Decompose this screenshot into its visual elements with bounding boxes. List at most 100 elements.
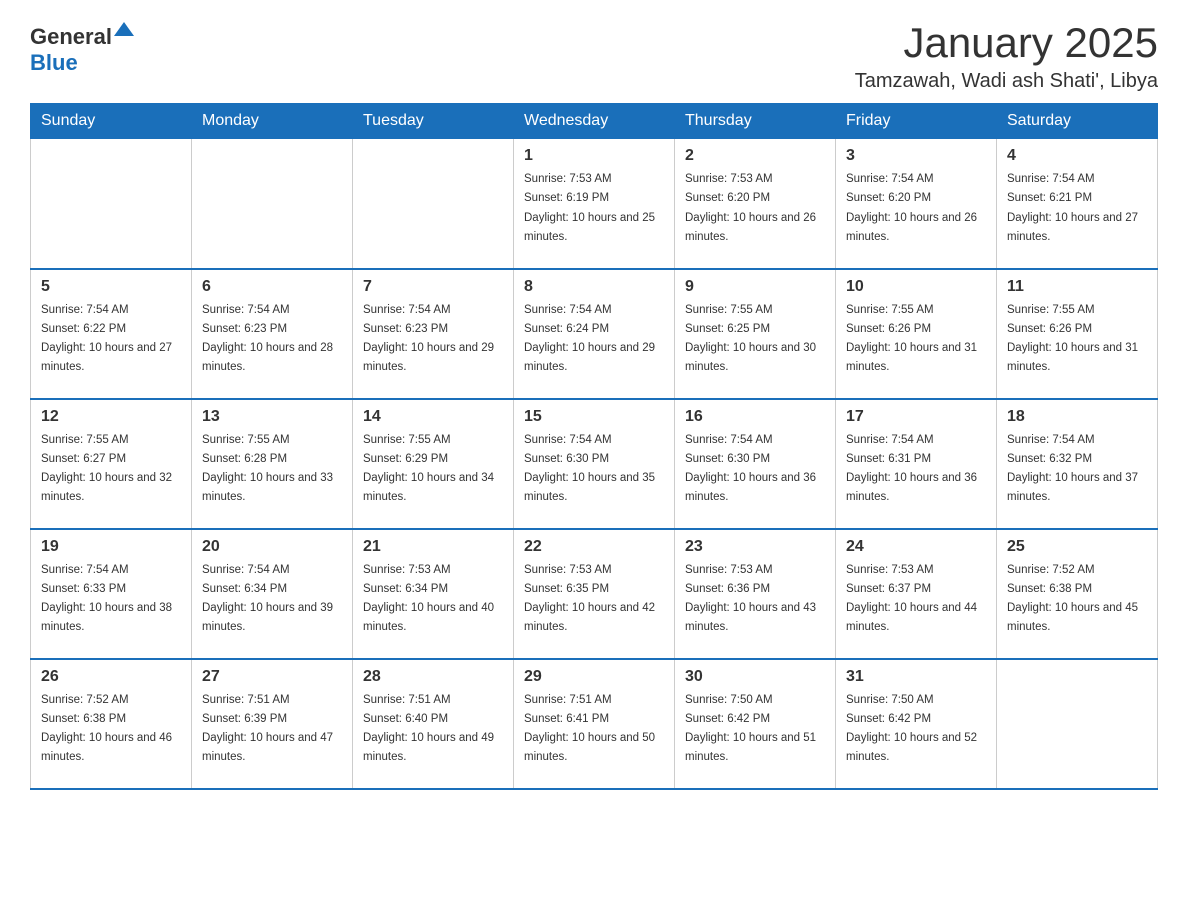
header-saturday: Saturday bbox=[997, 104, 1158, 139]
day-info: Sunrise: 7:54 AMSunset: 6:20 PMDaylight:… bbox=[846, 173, 977, 243]
calendar-cell-4-1: 19 Sunrise: 7:54 AMSunset: 6:33 PMDaylig… bbox=[31, 529, 192, 659]
day-info: Sunrise: 7:53 AMSunset: 6:19 PMDaylight:… bbox=[524, 173, 655, 243]
calendar-week-5: 26 Sunrise: 7:52 AMSunset: 6:38 PMDaylig… bbox=[31, 659, 1158, 789]
day-number: 17 bbox=[846, 408, 986, 426]
day-number: 28 bbox=[363, 668, 503, 686]
day-info: Sunrise: 7:51 AMSunset: 6:39 PMDaylight:… bbox=[202, 694, 333, 764]
day-number: 9 bbox=[685, 278, 825, 296]
day-info: Sunrise: 7:53 AMSunset: 6:36 PMDaylight:… bbox=[685, 564, 816, 634]
day-number: 23 bbox=[685, 538, 825, 556]
day-number: 26 bbox=[41, 668, 181, 686]
day-info: Sunrise: 7:54 AMSunset: 6:30 PMDaylight:… bbox=[685, 434, 816, 504]
calendar-cell-5-5: 30 Sunrise: 7:50 AMSunset: 6:42 PMDaylig… bbox=[675, 659, 836, 789]
calendar-cell-5-4: 29 Sunrise: 7:51 AMSunset: 6:41 PMDaylig… bbox=[514, 659, 675, 789]
calendar-cell-3-1: 12 Sunrise: 7:55 AMSunset: 6:27 PMDaylig… bbox=[31, 399, 192, 529]
calendar-week-4: 19 Sunrise: 7:54 AMSunset: 6:33 PMDaylig… bbox=[31, 529, 1158, 659]
header-sunday: Sunday bbox=[31, 104, 192, 139]
day-info: Sunrise: 7:54 AMSunset: 6:24 PMDaylight:… bbox=[524, 304, 655, 374]
calendar-cell-1-1 bbox=[31, 139, 192, 269]
day-number: 27 bbox=[202, 668, 342, 686]
day-info: Sunrise: 7:53 AMSunset: 6:37 PMDaylight:… bbox=[846, 564, 977, 634]
page-header: General Blue January 2025 Tamzawah, Wadi… bbox=[30, 20, 1158, 93]
logo-blue: Blue bbox=[30, 50, 78, 75]
day-number: 16 bbox=[685, 408, 825, 426]
calendar-cell-4-5: 23 Sunrise: 7:53 AMSunset: 6:36 PMDaylig… bbox=[675, 529, 836, 659]
day-number: 7 bbox=[363, 278, 503, 296]
calendar-cell-1-5: 2 Sunrise: 7:53 AMSunset: 6:20 PMDayligh… bbox=[675, 139, 836, 269]
day-number: 20 bbox=[202, 538, 342, 556]
day-info: Sunrise: 7:53 AMSunset: 6:34 PMDaylight:… bbox=[363, 564, 494, 634]
day-info: Sunrise: 7:53 AMSunset: 6:35 PMDaylight:… bbox=[524, 564, 655, 634]
day-number: 19 bbox=[41, 538, 181, 556]
title-section: January 2025 Tamzawah, Wadi ash Shati', … bbox=[855, 20, 1158, 93]
day-number: 18 bbox=[1007, 408, 1147, 426]
day-number: 24 bbox=[846, 538, 986, 556]
day-info: Sunrise: 7:52 AMSunset: 6:38 PMDaylight:… bbox=[41, 694, 172, 764]
day-number: 8 bbox=[524, 278, 664, 296]
day-info: Sunrise: 7:54 AMSunset: 6:23 PMDaylight:… bbox=[363, 304, 494, 374]
day-info: Sunrise: 7:53 AMSunset: 6:20 PMDaylight:… bbox=[685, 173, 816, 243]
calendar-cell-1-4: 1 Sunrise: 7:53 AMSunset: 6:19 PMDayligh… bbox=[514, 139, 675, 269]
day-number: 21 bbox=[363, 538, 503, 556]
calendar-cell-2-5: 9 Sunrise: 7:55 AMSunset: 6:25 PMDayligh… bbox=[675, 269, 836, 399]
logo-text: General Blue bbox=[30, 20, 136, 76]
header-tuesday: Tuesday bbox=[353, 104, 514, 139]
day-info: Sunrise: 7:55 AMSunset: 6:26 PMDaylight:… bbox=[1007, 304, 1138, 374]
header-monday: Monday bbox=[192, 104, 353, 139]
logo-general: General bbox=[30, 24, 112, 49]
day-info: Sunrise: 7:54 AMSunset: 6:22 PMDaylight:… bbox=[41, 304, 172, 374]
calendar-cell-2-3: 7 Sunrise: 7:54 AMSunset: 6:23 PMDayligh… bbox=[353, 269, 514, 399]
day-info: Sunrise: 7:54 AMSunset: 6:23 PMDaylight:… bbox=[202, 304, 333, 374]
day-info: Sunrise: 7:54 AMSunset: 6:34 PMDaylight:… bbox=[202, 564, 333, 634]
day-info: Sunrise: 7:51 AMSunset: 6:40 PMDaylight:… bbox=[363, 694, 494, 764]
day-number: 11 bbox=[1007, 278, 1147, 296]
day-info: Sunrise: 7:55 AMSunset: 6:27 PMDaylight:… bbox=[41, 434, 172, 504]
day-number: 1 bbox=[524, 147, 664, 165]
day-number: 31 bbox=[846, 668, 986, 686]
calendar-cell-4-3: 21 Sunrise: 7:53 AMSunset: 6:34 PMDaylig… bbox=[353, 529, 514, 659]
day-number: 10 bbox=[846, 278, 986, 296]
calendar-cell-1-6: 3 Sunrise: 7:54 AMSunset: 6:20 PMDayligh… bbox=[836, 139, 997, 269]
day-number: 4 bbox=[1007, 147, 1147, 165]
calendar-cell-5-7 bbox=[997, 659, 1158, 789]
day-info: Sunrise: 7:54 AMSunset: 6:33 PMDaylight:… bbox=[41, 564, 172, 634]
day-number: 5 bbox=[41, 278, 181, 296]
header-friday: Friday bbox=[836, 104, 997, 139]
calendar-week-1: 1 Sunrise: 7:53 AMSunset: 6:19 PMDayligh… bbox=[31, 139, 1158, 269]
day-number: 22 bbox=[524, 538, 664, 556]
calendar-cell-4-4: 22 Sunrise: 7:53 AMSunset: 6:35 PMDaylig… bbox=[514, 529, 675, 659]
calendar-cell-5-2: 27 Sunrise: 7:51 AMSunset: 6:39 PMDaylig… bbox=[192, 659, 353, 789]
day-number: 12 bbox=[41, 408, 181, 426]
calendar-week-3: 12 Sunrise: 7:55 AMSunset: 6:27 PMDaylig… bbox=[31, 399, 1158, 529]
calendar-subtitle: Tamzawah, Wadi ash Shati', Libya bbox=[855, 70, 1158, 93]
day-info: Sunrise: 7:52 AMSunset: 6:38 PMDaylight:… bbox=[1007, 564, 1138, 634]
calendar-cell-5-6: 31 Sunrise: 7:50 AMSunset: 6:42 PMDaylig… bbox=[836, 659, 997, 789]
calendar-cell-2-6: 10 Sunrise: 7:55 AMSunset: 6:26 PMDaylig… bbox=[836, 269, 997, 399]
calendar-cell-4-2: 20 Sunrise: 7:54 AMSunset: 6:34 PMDaylig… bbox=[192, 529, 353, 659]
weekday-header-row: Sunday Monday Tuesday Wednesday Thursday… bbox=[31, 104, 1158, 139]
day-number: 14 bbox=[363, 408, 503, 426]
calendar-cell-2-4: 8 Sunrise: 7:54 AMSunset: 6:24 PMDayligh… bbox=[514, 269, 675, 399]
day-info: Sunrise: 7:54 AMSunset: 6:30 PMDaylight:… bbox=[524, 434, 655, 504]
day-number: 13 bbox=[202, 408, 342, 426]
header-wednesday: Wednesday bbox=[514, 104, 675, 139]
day-number: 25 bbox=[1007, 538, 1147, 556]
calendar-cell-4-6: 24 Sunrise: 7:53 AMSunset: 6:37 PMDaylig… bbox=[836, 529, 997, 659]
calendar-cell-5-1: 26 Sunrise: 7:52 AMSunset: 6:38 PMDaylig… bbox=[31, 659, 192, 789]
logo-icon bbox=[112, 18, 136, 42]
calendar-cell-1-7: 4 Sunrise: 7:54 AMSunset: 6:21 PMDayligh… bbox=[997, 139, 1158, 269]
calendar-cell-1-2 bbox=[192, 139, 353, 269]
day-number: 15 bbox=[524, 408, 664, 426]
day-number: 2 bbox=[685, 147, 825, 165]
calendar-cell-1-3 bbox=[353, 139, 514, 269]
day-info: Sunrise: 7:55 AMSunset: 6:26 PMDaylight:… bbox=[846, 304, 977, 374]
calendar-cell-3-5: 16 Sunrise: 7:54 AMSunset: 6:30 PMDaylig… bbox=[675, 399, 836, 529]
calendar-cell-5-3: 28 Sunrise: 7:51 AMSunset: 6:40 PMDaylig… bbox=[353, 659, 514, 789]
calendar-cell-3-7: 18 Sunrise: 7:54 AMSunset: 6:32 PMDaylig… bbox=[997, 399, 1158, 529]
calendar-cell-3-6: 17 Sunrise: 7:54 AMSunset: 6:31 PMDaylig… bbox=[836, 399, 997, 529]
header-thursday: Thursday bbox=[675, 104, 836, 139]
day-info: Sunrise: 7:54 AMSunset: 6:32 PMDaylight:… bbox=[1007, 434, 1138, 504]
day-info: Sunrise: 7:55 AMSunset: 6:29 PMDaylight:… bbox=[363, 434, 494, 504]
day-number: 3 bbox=[846, 147, 986, 165]
calendar-title: January 2025 bbox=[855, 20, 1158, 66]
